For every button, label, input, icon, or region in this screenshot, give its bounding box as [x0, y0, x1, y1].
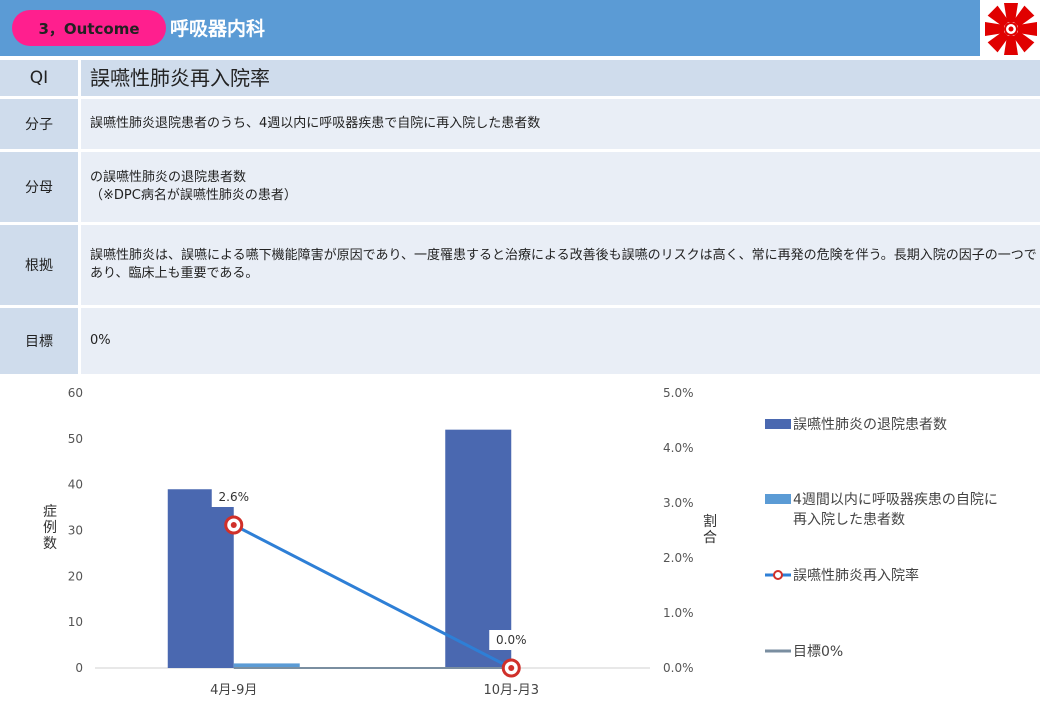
y2-tick-label: 4.0% — [663, 441, 694, 455]
legend-label: 目標0% — [793, 644, 843, 660]
section-badge: 3，Outcome — [12, 10, 166, 46]
y2-tick-label: 2.0% — [663, 551, 694, 565]
y-tick-label: 10 — [68, 615, 83, 629]
qi-title-row: QI 誤嚥性肺炎再入院率 — [0, 60, 1040, 96]
y2-axis-title: 割合 — [703, 513, 717, 546]
legend-swatch — [765, 419, 791, 429]
denominator-row: 分母 の誤嚥性肺炎の退院患者数 （※DPC病名が誤嚥性肺炎の患者） — [0, 152, 1040, 222]
rate-data-label: 2.6% — [219, 490, 250, 504]
bar-discharged — [167, 489, 234, 668]
rate-marker-center — [508, 665, 515, 671]
y-tick-label: 40 — [68, 478, 83, 492]
y-tick-label: 50 — [68, 432, 83, 446]
legend-label: 誤嚥性肺炎の退院患者数 — [793, 417, 947, 433]
numerator-label: 分子 — [0, 99, 78, 149]
y-tick-label: 60 — [68, 386, 83, 400]
y-tick-label: 0 — [75, 661, 83, 675]
legend-label: 誤嚥性肺炎再入院率 — [793, 567, 919, 584]
numerator-row: 分子 誤嚥性肺炎退院患者のうち、4週以内に呼吸器疾患で自院に再入院した患者数 — [0, 99, 1040, 149]
header-bar: 3，Outcome 呼吸器内科 — [0, 0, 980, 56]
denominator-label: 分母 — [0, 152, 78, 222]
readmission-chart: 0 10 20 30 40 50 60 0.0% 1.0% 2.0% 3.0% 4.0% 5.0% 症例数… — [43, 386, 998, 698]
y-axis-title: 症例数 — [43, 504, 57, 552]
qi-label: QI — [0, 60, 78, 96]
rate-marker-center — [230, 522, 237, 528]
numerator-text: 誤嚥性肺炎退院患者のうち、4週以内に呼吸器疾患で自院に再入院した患者数 — [81, 99, 1040, 149]
denominator-text: の誤嚥性肺炎の退院患者数 （※DPC病名が誤嚥性肺炎の患者） — [81, 152, 1040, 222]
target-text: 0% — [81, 308, 1040, 374]
x-tick-label: 4月-9月 — [210, 683, 257, 698]
target-label: 目標 — [0, 308, 78, 374]
rationale-label: 根拠 — [0, 225, 78, 305]
y2-tick-label: 5.0% — [663, 386, 694, 400]
target-row: 目標 0% — [0, 308, 1040, 374]
department-title: 呼吸器内科 — [170, 18, 266, 40]
legend-marker — [773, 570, 783, 580]
x-tick-label: 10月-月3 — [483, 683, 539, 698]
y-tick-label: 30 — [68, 524, 83, 538]
y-tick-label: 20 — [68, 569, 83, 583]
y2-tick-label: 0.0% — [663, 661, 694, 675]
y2-tick-label: 1.0% — [663, 606, 694, 620]
hospital-emblem-icon — [982, 0, 1040, 58]
rate-data-label: 0.0% — [496, 633, 527, 647]
rationale-row: 根拠 誤嚥性肺炎は、誤嚥による嚥下機能障害が原因であり、一度罹患すると治療による… — [0, 225, 1040, 305]
y2-tick-label: 3.0% — [663, 496, 694, 510]
rationale-text: 誤嚥性肺炎は、誤嚥による嚥下機能障害が原因であり、一度罹患すると治療による改善後… — [81, 225, 1040, 305]
legend-label: 4週間以内に呼吸器疾患の自院に再入院した患者数 — [793, 492, 998, 528]
qi-title: 誤嚥性肺炎再入院率 — [81, 60, 1040, 96]
legend-swatch — [765, 494, 791, 504]
